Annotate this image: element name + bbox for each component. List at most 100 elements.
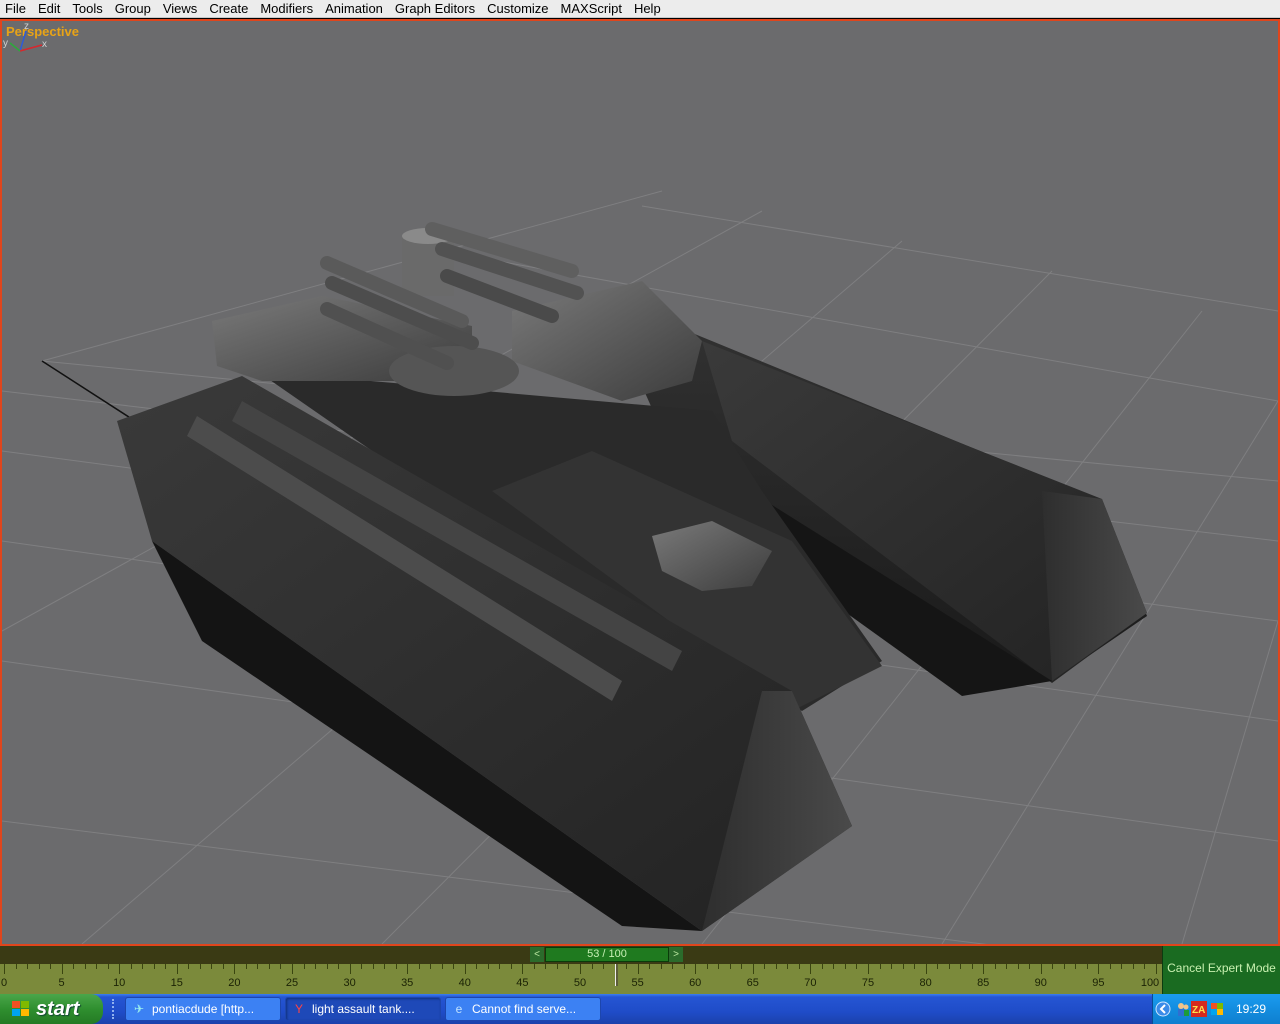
chevron-left-icon[interactable] bbox=[1155, 1001, 1171, 1017]
prev-frame-button[interactable]: < bbox=[530, 947, 544, 962]
start-button[interactable]: start bbox=[0, 994, 103, 1024]
ruler-label: 20 bbox=[228, 977, 241, 989]
ruler-tick bbox=[510, 964, 512, 969]
ruler-tick bbox=[165, 964, 167, 969]
windows-logo-icon bbox=[12, 1001, 29, 1016]
ruler-tick bbox=[937, 964, 939, 969]
ruler-label: 5 bbox=[58, 977, 65, 989]
ruler-tick bbox=[787, 964, 789, 969]
ruler-tick bbox=[1052, 964, 1054, 969]
menu-animation[interactable]: Animation bbox=[319, 0, 389, 18]
ruler-tick bbox=[96, 964, 98, 969]
ruler-label: 80 bbox=[919, 977, 932, 989]
ruler-tick bbox=[591, 964, 593, 969]
task-light-assault-tank[interactable]: Y light assault tank.... bbox=[285, 997, 441, 1021]
ruler-tick bbox=[407, 964, 409, 974]
ruler-tick bbox=[775, 964, 777, 969]
ruler-tick bbox=[245, 964, 247, 969]
menu-help[interactable]: Help bbox=[628, 0, 667, 18]
ruler-tick bbox=[810, 964, 812, 974]
ruler-tick bbox=[960, 964, 962, 969]
ruler-tick bbox=[741, 964, 743, 969]
ruler-tick bbox=[130, 964, 132, 969]
paint-icon: Y bbox=[294, 1002, 303, 1016]
ruler-tick bbox=[211, 964, 213, 969]
menu-customize[interactable]: Customize bbox=[481, 0, 554, 18]
ruler-tick bbox=[879, 964, 881, 969]
ruler-label: 100 bbox=[1140, 977, 1160, 989]
task-cannot-find-server[interactable]: e Cannot find serve... bbox=[445, 997, 601, 1021]
ruler-label: 55 bbox=[631, 977, 644, 989]
ruler-tick bbox=[349, 964, 351, 974]
ruler-label: 40 bbox=[458, 977, 471, 989]
track-bar-ruler[interactable]: 0 5 10 15 20 25 30 35 40 45 50 55 60 65 70 75 80 85 90 95 10… bbox=[0, 964, 1162, 994]
menu-tools[interactable]: Tools bbox=[66, 0, 108, 18]
start-label: start bbox=[36, 998, 80, 1020]
world-axis-line bbox=[41, 360, 133, 420]
ruler-tick bbox=[153, 964, 155, 969]
ruler-tick bbox=[764, 964, 766, 969]
ruler-label: 70 bbox=[804, 977, 817, 989]
ruler-tick bbox=[821, 964, 823, 969]
menu-modifiers[interactable]: Modifiers bbox=[254, 0, 319, 18]
ruler-tick bbox=[948, 964, 950, 969]
ie-icon: e bbox=[455, 1002, 463, 1016]
ruler-tick bbox=[1029, 964, 1031, 969]
current-frame-marker[interactable] bbox=[614, 964, 618, 986]
next-frame-button[interactable]: > bbox=[669, 947, 683, 962]
ruler-tick bbox=[234, 964, 236, 974]
ruler-tick bbox=[1121, 964, 1123, 969]
ruler-tick bbox=[1063, 964, 1065, 969]
menu-create[interactable]: Create bbox=[203, 0, 254, 18]
menu-views[interactable]: Views bbox=[157, 0, 203, 18]
task-pontiacdude[interactable]: ✈ pontiacdude [http... bbox=[125, 997, 281, 1021]
taskbar-grip[interactable] bbox=[112, 999, 118, 1019]
time-slider-thumb[interactable]: 53 / 100 bbox=[545, 947, 669, 962]
ruler-label: 45 bbox=[516, 977, 529, 989]
ruler-tick bbox=[856, 964, 858, 969]
menu-file[interactable]: File bbox=[0, 0, 32, 18]
cancel-expert-mode-button[interactable]: Cancel Expert Mode bbox=[1162, 946, 1280, 994]
ruler-tick bbox=[752, 964, 754, 974]
ruler-tick bbox=[1006, 964, 1008, 969]
ruler-tick bbox=[580, 964, 581, 974]
ruler-tick bbox=[280, 964, 282, 969]
menu-graph-editors[interactable]: Graph Editors bbox=[389, 0, 481, 18]
ruler-tick bbox=[119, 964, 121, 974]
ruler-tick bbox=[27, 964, 29, 969]
ruler-tick bbox=[1017, 964, 1019, 969]
ruler-label: 65 bbox=[746, 977, 759, 989]
ruler-tick bbox=[188, 964, 190, 969]
ruler-tick bbox=[487, 964, 489, 969]
ruler-label: 95 bbox=[1092, 977, 1105, 989]
menu-maxscript[interactable]: MAXScript bbox=[555, 0, 628, 18]
ruler-tick bbox=[568, 964, 570, 969]
ruler-tick bbox=[268, 964, 270, 969]
ruler-tick bbox=[649, 964, 651, 969]
ruler-label: 50 bbox=[573, 977, 587, 989]
ruler-tick bbox=[1075, 964, 1077, 969]
ruler-tick bbox=[1144, 964, 1146, 969]
axis-tripod-icon: z x y bbox=[3, 21, 47, 52]
ruler-tick bbox=[522, 964, 524, 974]
ruler-tick bbox=[15, 964, 17, 969]
ruler-tick bbox=[672, 964, 674, 969]
axis-x-label: x bbox=[42, 39, 47, 50]
ruler-tick bbox=[695, 964, 697, 974]
ruler-label: 30 bbox=[343, 977, 356, 989]
time-slider[interactable]: < 53 / 100 > bbox=[0, 946, 1162, 964]
flag-icon[interactable] bbox=[1209, 1001, 1225, 1017]
ruler-label: 25 bbox=[285, 977, 299, 989]
ruler-tick bbox=[4, 964, 5, 974]
ruler-tick bbox=[50, 964, 52, 969]
ruler-tick bbox=[868, 964, 869, 974]
ruler-label: 15 bbox=[170, 977, 183, 989]
ruler-tick bbox=[361, 964, 363, 969]
zonealarm-icon[interactable]: ZA bbox=[1191, 1001, 1207, 1017]
network-users-icon[interactable] bbox=[1175, 1001, 1191, 1017]
ruler-tick bbox=[38, 964, 40, 969]
ruler-tick bbox=[545, 964, 547, 969]
perspective-viewport[interactable]: Perspective z x y bbox=[0, 19, 1280, 946]
menu-edit[interactable]: Edit bbox=[32, 0, 66, 18]
menu-group[interactable]: Group bbox=[109, 0, 157, 18]
